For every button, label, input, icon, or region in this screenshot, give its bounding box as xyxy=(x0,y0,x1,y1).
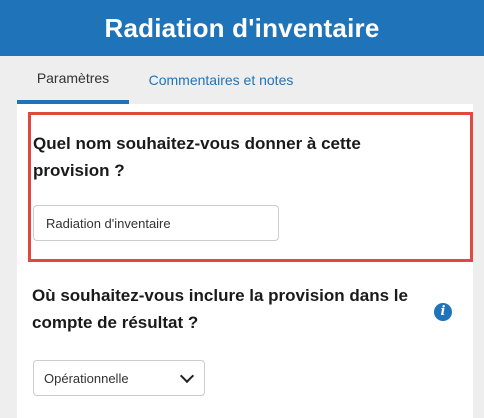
tab-parametres[interactable]: Paramètres xyxy=(17,56,129,104)
settings-panel: Quel nom souhaitez-vous donner à cette p… xyxy=(17,104,473,418)
provision-name-question: Quel nom souhaitez-vous donner à cette p… xyxy=(33,134,361,180)
income-statement-select[interactable]: Opérationnelle xyxy=(33,360,205,396)
tab-bar: Paramètres Commentaires et notes xyxy=(0,56,484,104)
page-title: Radiation d'inventaire xyxy=(104,12,380,43)
select-value: Opérationnelle xyxy=(44,370,129,386)
tab-commentaires-notes[interactable]: Commentaires et notes xyxy=(137,56,305,104)
provision-name-input[interactable] xyxy=(33,205,279,241)
header-bar: Radiation d'inventaire xyxy=(0,0,484,56)
income-statement-question: Où souhaitez-vous inclure la provision d… xyxy=(32,286,408,332)
highlighted-question-box: Quel nom souhaitez-vous donner à cette p… xyxy=(28,112,473,262)
chevron-down-icon xyxy=(179,368,195,384)
info-icon[interactable]: i xyxy=(434,303,452,321)
